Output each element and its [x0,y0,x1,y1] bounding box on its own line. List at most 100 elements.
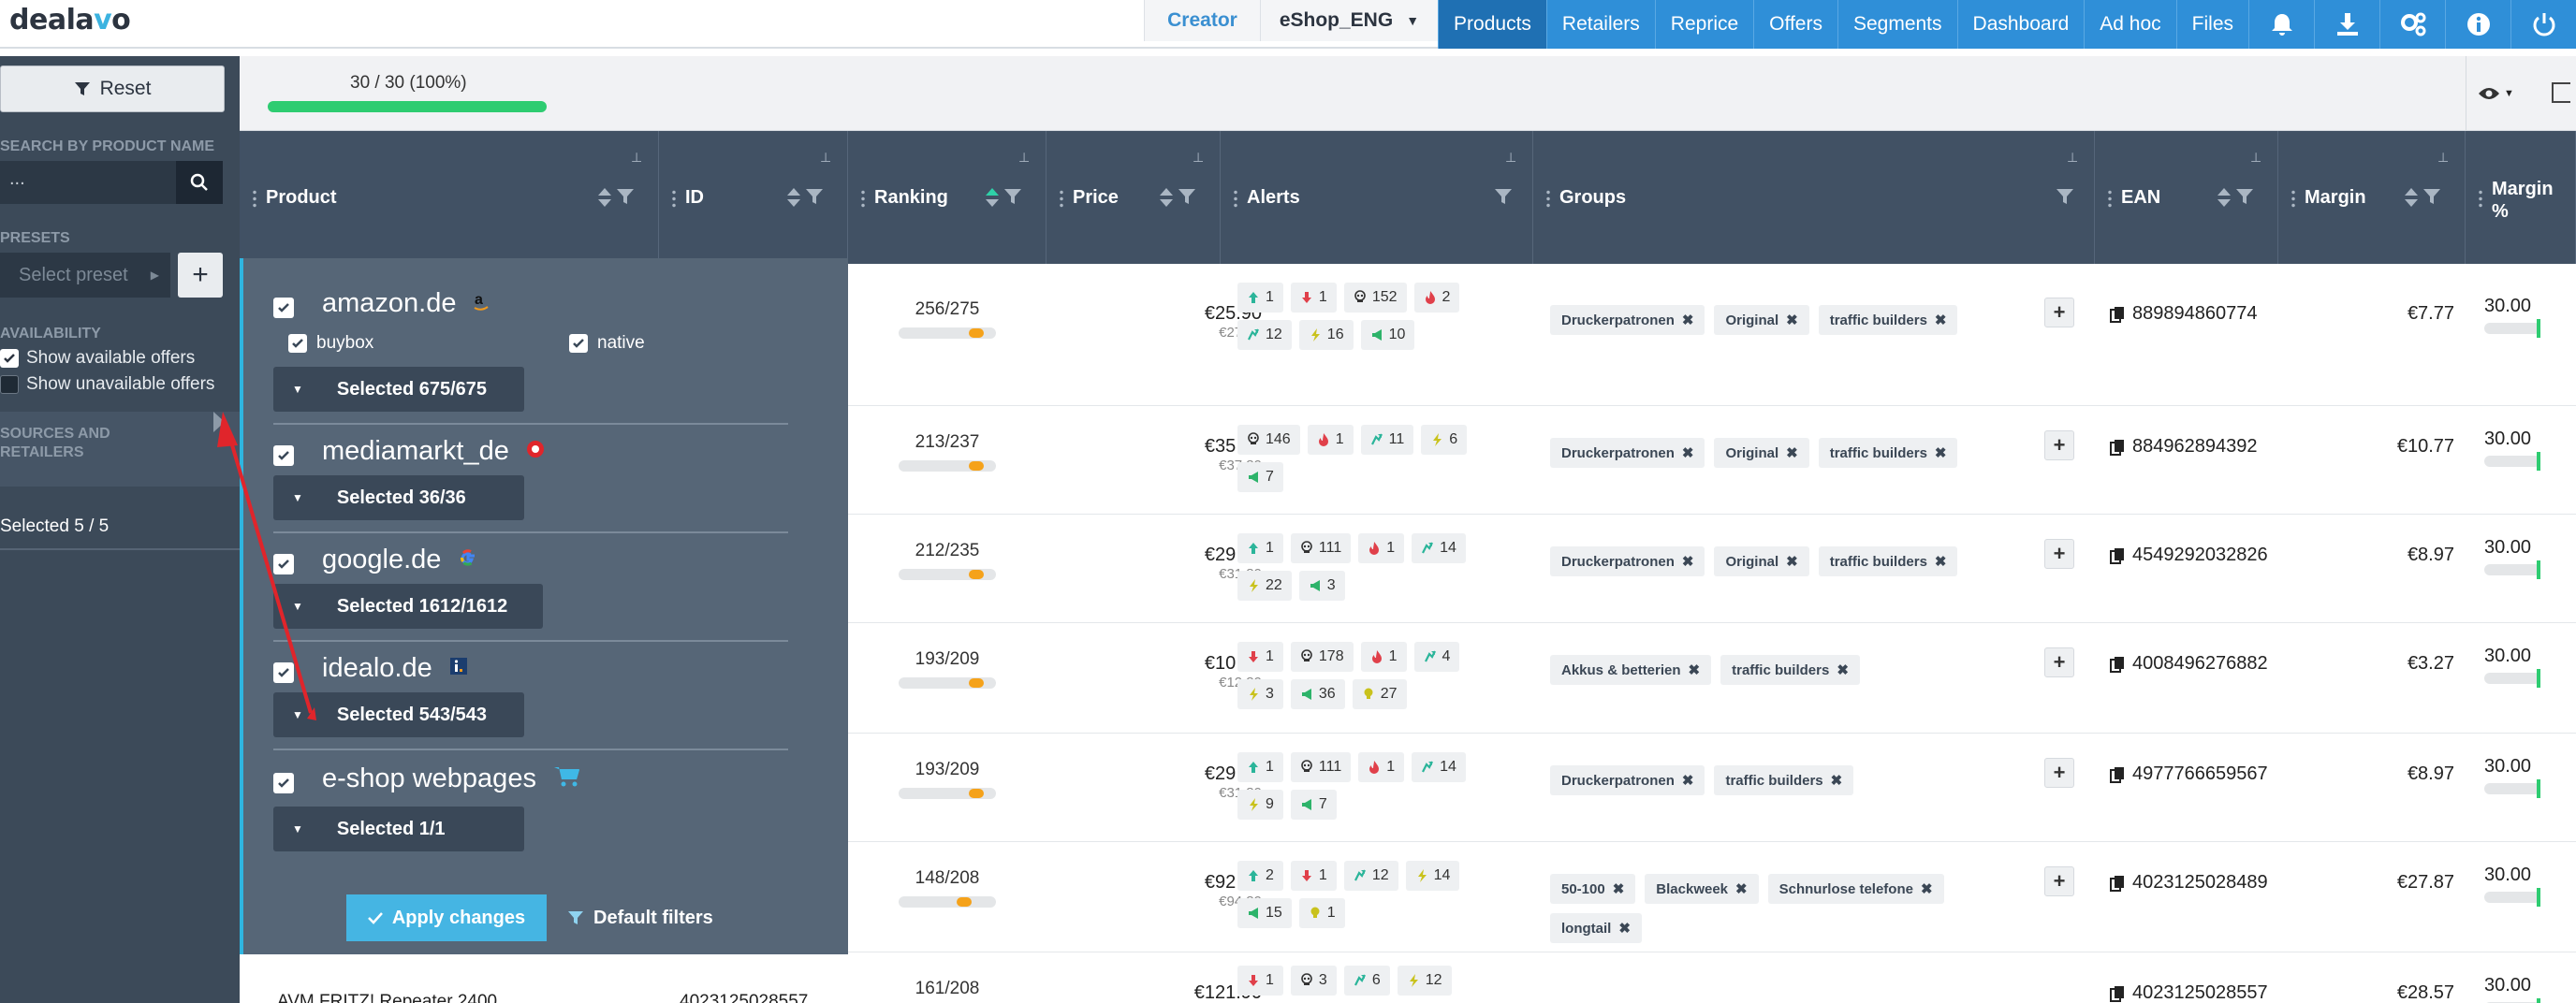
dealavo-logo[interactable]: dealavo [9,4,131,36]
remove-icon[interactable]: ✖ [1735,880,1748,897]
source-selection-button[interactable]: ▼ Selected 1/1 [273,807,524,851]
nav-dashboard[interactable]: Dashboard [1956,0,2085,49]
alert-badge[interactable]: 15 [1237,898,1292,928]
pin-icon[interactable]: ⊥ [2250,150,2261,166]
alert-badge[interactable]: 2 [1413,283,1460,313]
remove-icon[interactable]: ✖ [1935,444,1947,461]
alert-badge[interactable]: 178 [1290,642,1354,672]
column-header[interactable]: Groups ⊥ [1533,131,2095,264]
alert-badge[interactable]: 111 [1290,752,1352,782]
drag-handle-icon[interactable] [1234,189,1237,208]
alert-badge[interactable]: 1 [1360,642,1407,672]
pin-icon[interactable]: ⊥ [1193,150,1204,166]
apply-changes-button[interactable]: Apply changes [346,894,547,941]
drag-handle-icon[interactable] [2108,189,2112,208]
pin-icon[interactable]: ⊥ [1505,150,1516,166]
creator-link[interactable]: Creator [1144,0,1260,41]
drag-handle-icon[interactable] [253,189,256,208]
source-checkbox[interactable] [273,445,294,466]
remove-icon[interactable]: ✖ [1682,553,1694,570]
alert-badge[interactable]: 6 [1421,425,1468,455]
drag-handle-icon[interactable] [861,189,865,208]
alert-badge[interactable]: 2 [1237,861,1283,891]
column-header[interactable]: EAN ⊥ [2095,131,2278,264]
drag-handle-icon[interactable] [1546,189,1550,208]
pin-icon[interactable]: ⊥ [2067,150,2078,166]
info-button[interactable] [2445,0,2510,49]
default-filters-button[interactable]: Default filters [567,894,713,941]
nav-retailers[interactable]: Retailers [1545,0,1655,49]
pin-icon[interactable]: ⊥ [820,150,831,166]
alert-badge[interactable]: 1 [1290,861,1337,891]
source-checkbox[interactable] [273,298,294,318]
copy-icon[interactable] [2110,875,2125,892]
column-visibility-button[interactable]: ▼ [2466,56,2525,131]
column-header[interactable]: ID ⊥ [659,131,848,264]
nav-ad-hoc[interactable]: Ad hoc [2084,0,2175,49]
product-name[interactable]: AVM FRITZ! Repeater 2400 [277,992,497,1003]
drag-handle-icon[interactable] [2479,189,2482,208]
alert-badge[interactable]: 7 [1290,790,1337,820]
alert-badge[interactable]: 27 [1352,679,1407,709]
remove-icon[interactable]: ✖ [1786,312,1798,328]
nav-offers[interactable]: Offers [1753,0,1837,49]
nav-products[interactable]: Products [1438,0,1546,49]
add-group-button[interactable]: + [2044,647,2074,677]
alert-badge[interactable]: 1 [1307,425,1354,455]
alert-badge[interactable]: 22 [1237,571,1292,601]
copy-icon[interactable] [2110,439,2125,456]
alert-badge[interactable]: 10 [1360,320,1415,350]
remove-icon[interactable]: ✖ [1935,312,1947,328]
column-header[interactable]: Margin% [2466,131,2576,264]
alert-badge[interactable]: 3 [1298,571,1345,601]
settings-button[interactable] [2379,0,2445,49]
column-header[interactable]: Margin ⊥ [2278,131,2466,264]
alert-badge[interactable]: 12 [1343,861,1398,891]
add-group-button[interactable]: + [2044,430,2074,460]
panel-icon[interactable] [2552,82,2570,103]
source-checkbox[interactable] [273,773,294,793]
remove-icon[interactable]: ✖ [1786,444,1798,461]
source-selection-button[interactable]: ▼ Selected 543/543 [273,692,524,737]
remove-icon[interactable]: ✖ [1613,880,1625,897]
reset-button[interactable]: Reset [0,65,225,112]
source-checkbox[interactable] [273,662,294,683]
alert-badge[interactable]: 1 [1237,283,1283,313]
alert-badge[interactable]: 6 [1343,966,1390,996]
alert-badge[interactable]: 14 [1412,752,1466,782]
alert-badge[interactable]: 3 [1237,679,1283,709]
nav-files[interactable]: Files [2175,0,2248,49]
pin-icon[interactable]: ⊥ [631,150,642,166]
alert-badge[interactable]: 1 [1237,533,1283,563]
shop-selector[interactable]: eShop_ENG ▼ [1259,0,1439,41]
add-group-button[interactable]: + [2044,866,2074,896]
alert-badge[interactable]: 111 [1290,533,1352,563]
remove-icon[interactable]: ✖ [1786,553,1798,570]
alert-badge[interactable]: 14 [1405,861,1460,891]
remove-icon[interactable]: ✖ [1935,553,1947,570]
remove-icon[interactable]: ✖ [1682,772,1694,789]
search-input[interactable]: ... [0,161,176,204]
column-header[interactable]: Price ⊥ [1046,131,1221,264]
add-group-button[interactable]: + [2044,539,2074,569]
alert-badge[interactable]: 146 [1237,425,1300,455]
source-checkbox[interactable] [273,554,294,574]
alert-badge[interactable]: 16 [1298,320,1354,350]
show-available-checkbox[interactable]: Show available offers [0,348,195,369]
remove-icon[interactable]: ✖ [1682,312,1694,328]
alert-badge[interactable]: 1 [1237,966,1283,996]
table-row[interactable]: AVM FRITZ! Repeater 2400 4023125028557 161… [240,952,2576,1003]
copy-icon[interactable] [2110,766,2125,783]
preset-select[interactable]: Select preset ▶ [0,253,170,298]
alert-badge[interactable]: 12 [1237,320,1292,350]
alert-badge[interactable]: 12 [1397,966,1452,996]
copy-icon[interactable] [2110,656,2125,673]
drag-handle-icon[interactable] [1060,189,1063,208]
alert-badge[interactable]: 9 [1237,790,1283,820]
copy-icon[interactable] [2110,306,2125,323]
add-group-button[interactable]: + [2044,298,2074,327]
alert-badge[interactable]: 152 [1343,283,1407,313]
alert-badge[interactable]: 1 [1290,283,1337,313]
alert-badge[interactable]: 1 [1237,752,1283,782]
alert-badge[interactable]: 1 [1237,642,1283,672]
